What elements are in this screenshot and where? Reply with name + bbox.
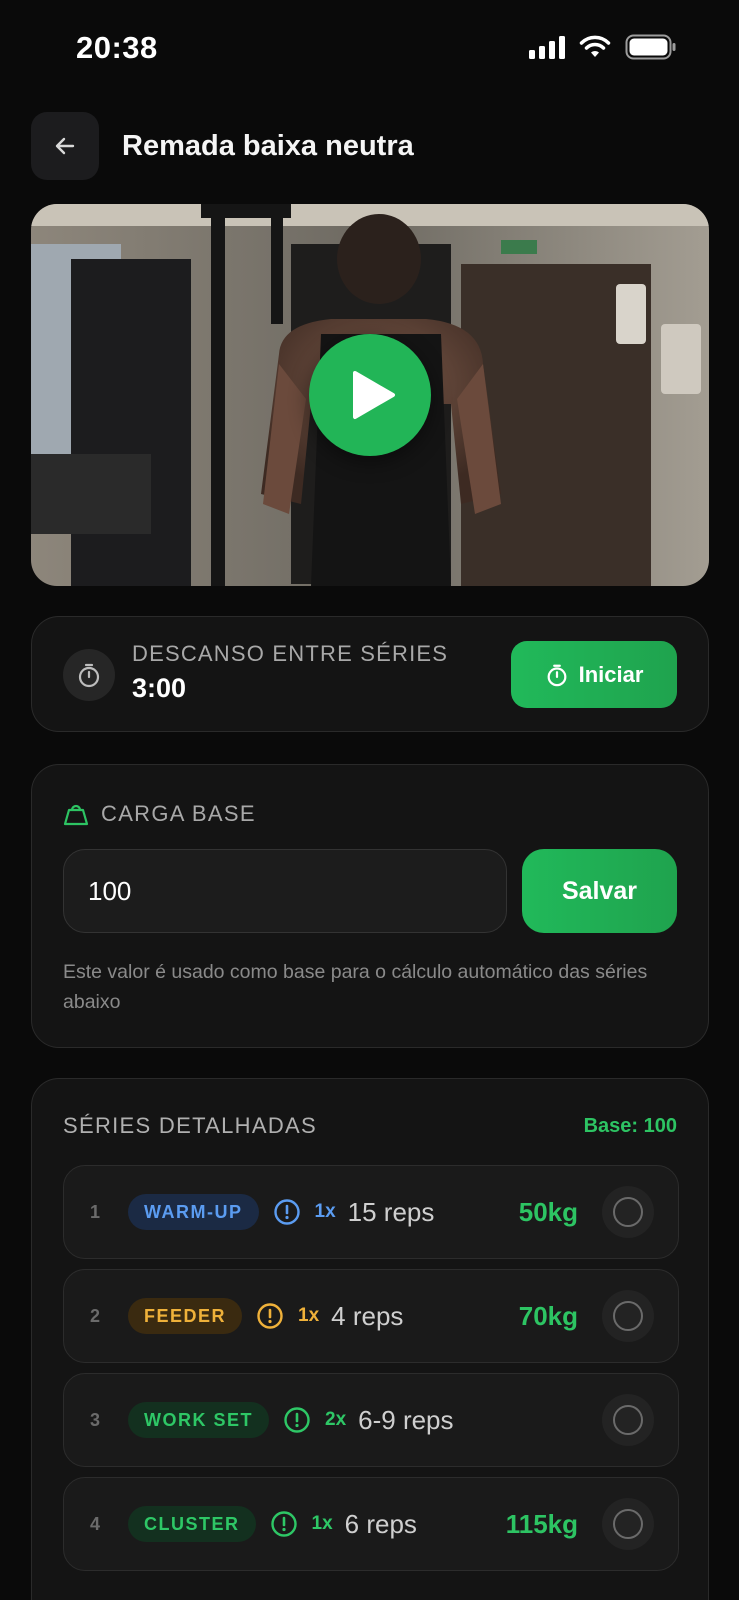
series-base: Base: 100 xyxy=(583,1115,677,1137)
load-label: CARGA BASE xyxy=(101,801,256,826)
complete-set-checkbox[interactable] xyxy=(602,1394,654,1446)
complete-set-checkbox[interactable] xyxy=(602,1290,654,1342)
complete-set-checkbox[interactable] xyxy=(602,1186,654,1238)
set-type-tag: WARM-UP xyxy=(128,1194,259,1230)
play-button[interactable] xyxy=(309,334,431,456)
series-row[interactable]: 3 WORK SET 2x 6-9 reps xyxy=(63,1373,679,1467)
header: Remada baixa neutra xyxy=(31,112,708,180)
complete-set-checkbox[interactable] xyxy=(602,1498,654,1550)
row-number: 4 xyxy=(90,1514,101,1534)
weight-icon xyxy=(63,804,89,826)
set-type-tag: CLUSTER xyxy=(128,1506,256,1542)
arrow-left-icon xyxy=(55,137,75,155)
info-icon[interactable] xyxy=(283,1406,311,1434)
play-icon xyxy=(353,371,395,419)
set-reps: 4 reps xyxy=(331,1300,404,1331)
info-icon[interactable] xyxy=(270,1510,298,1538)
cellular-signal-icon xyxy=(529,35,565,59)
save-button[interactable]: Salvar xyxy=(522,849,677,933)
set-multiplier: 1x xyxy=(314,1201,336,1222)
series-row[interactable]: 1 WARM-UP 1x 15 reps 50kg xyxy=(63,1165,679,1259)
load-hint: Este valor é usado como base para o cálc… xyxy=(63,961,648,1013)
exercise-video[interactable] xyxy=(31,204,709,586)
start-timer-button[interactable]: Iniciar xyxy=(511,641,677,708)
set-reps: 6-9 reps xyxy=(358,1404,454,1435)
set-weight: 115kg xyxy=(505,1509,578,1539)
row-number: 1 xyxy=(90,1202,101,1222)
series-row[interactable]: 4 CLUSTER 1x 6 reps 115kg xyxy=(63,1477,679,1571)
back-button[interactable] xyxy=(31,112,99,180)
status-time: 20:38 xyxy=(76,30,158,65)
base-load-card: CARGA BASE Salvar Este valor é usado com… xyxy=(31,764,709,1048)
set-multiplier: 1x xyxy=(298,1305,320,1326)
info-icon[interactable] xyxy=(256,1302,284,1330)
set-weight: 50kg xyxy=(518,1197,578,1227)
rest-label: DESCANSO ENTRE SÉRIES xyxy=(132,641,449,666)
info-icon[interactable] xyxy=(273,1198,301,1226)
row-number: 3 xyxy=(90,1410,101,1430)
base-load-input[interactable] xyxy=(63,849,507,933)
row-number: 2 xyxy=(90,1306,101,1326)
rest-duration: 3:00 xyxy=(132,673,187,703)
series-title: SÉRIES DETALHADAS xyxy=(63,1113,317,1138)
page-title: Remada baixa neutra xyxy=(122,129,414,162)
load-header: CARGA BASE xyxy=(63,801,256,827)
set-reps: 15 reps xyxy=(347,1196,435,1227)
timer-badge xyxy=(63,649,115,701)
wifi-icon xyxy=(579,35,611,57)
series-card: SÉRIES DETALHADAS Base: 100 1 WARM-UP 1x… xyxy=(31,1078,709,1600)
series-row[interactable]: 2 FEEDER 1x 4 reps 70kg xyxy=(63,1269,679,1363)
stopwatch-icon xyxy=(78,663,100,688)
set-reps: 6 reps xyxy=(344,1508,417,1539)
status-icons xyxy=(529,34,677,60)
status-bar: 20:38 xyxy=(0,0,739,90)
rest-timer-card: DESCANSO ENTRE SÉRIES 3:00 Iniciar xyxy=(31,616,709,732)
set-multiplier: 2x xyxy=(325,1409,347,1430)
set-weight: 70kg xyxy=(518,1301,578,1331)
stopwatch-icon xyxy=(547,664,567,686)
set-multiplier: 1x xyxy=(311,1513,333,1534)
battery-icon xyxy=(625,34,676,60)
set-type-tag: FEEDER xyxy=(128,1298,243,1334)
set-type-tag: WORK SET xyxy=(128,1402,269,1438)
start-timer-label: Iniciar xyxy=(578,661,644,687)
